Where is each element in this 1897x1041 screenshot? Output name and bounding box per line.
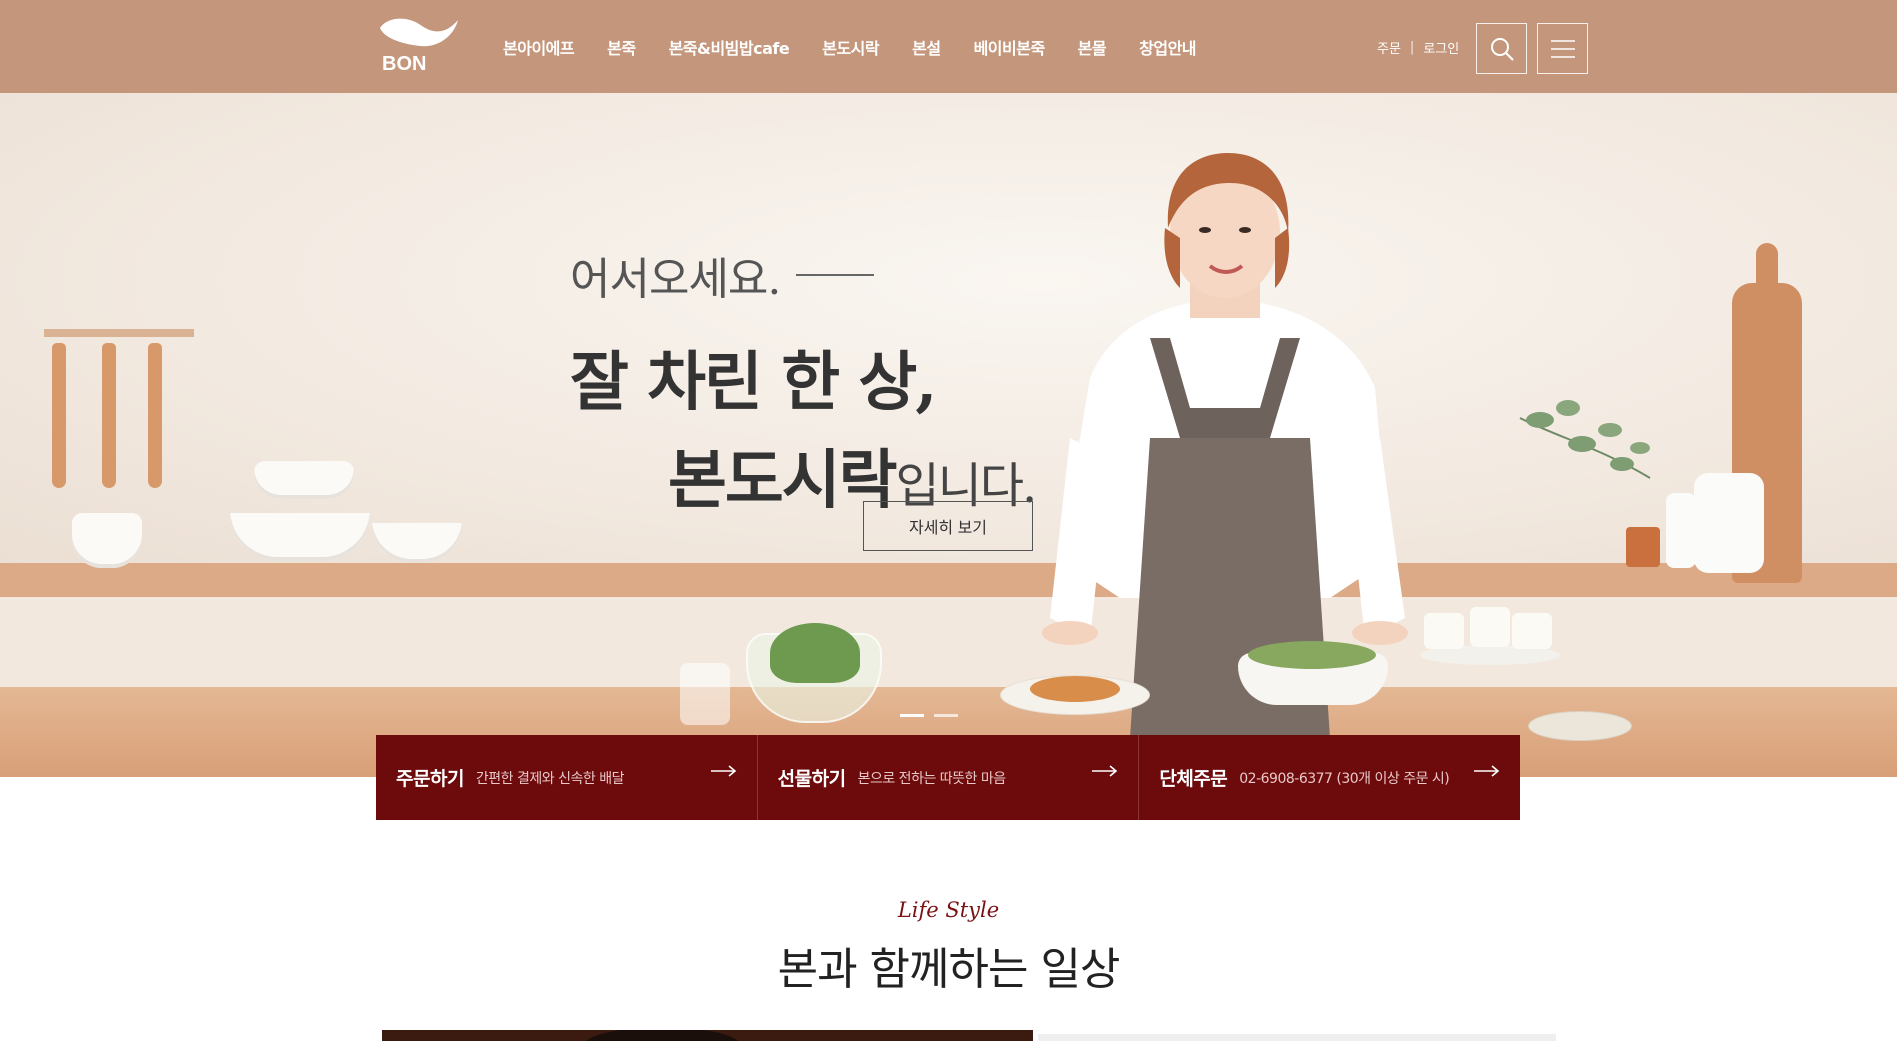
site-header: BON 본아이에프 본죽 본죽&비빔밥cafe 본도시락 본설 베이비본죽 본몰… bbox=[0, 0, 1897, 93]
group-order-action-title: 단체주문 bbox=[1159, 768, 1228, 790]
hero-copy: 어서오세요. 잘 차린 한 상, 본도시락입니다. bbox=[570, 243, 1037, 521]
arrow-right-icon bbox=[1092, 765, 1118, 777]
arrow-right-icon bbox=[1474, 765, 1500, 777]
green-salad bbox=[1248, 641, 1376, 669]
slider-dot[interactable] bbox=[900, 714, 924, 717]
lifestyle-title: 본과 함께하는 일상 bbox=[777, 944, 1121, 995]
order-action-desc: 간편한 결제와 신속한 배달 bbox=[475, 770, 625, 787]
pot-image bbox=[582, 1030, 742, 1041]
lettuce bbox=[770, 623, 860, 683]
search-icon bbox=[1490, 37, 1514, 61]
lifestyle-photo[interactable] bbox=[382, 1030, 1033, 1041]
wooden-spoon bbox=[148, 343, 162, 488]
hero-headline-brand: 본도시락 bbox=[668, 443, 898, 518]
order-link[interactable]: 주문 bbox=[1377, 38, 1401, 57]
hero-welcome-line bbox=[796, 274, 875, 276]
menu-button[interactable] bbox=[1537, 23, 1588, 74]
nav-item-bonseol[interactable]: 본설 bbox=[912, 35, 941, 59]
dessert-cup bbox=[1512, 613, 1552, 649]
hero-headline-line1: 잘 차린 한 상, bbox=[570, 345, 938, 420]
gift-action-title: 선물하기 bbox=[777, 768, 846, 790]
nav-item-bon-dosirak[interactable]: 본도시락 bbox=[822, 35, 879, 59]
slider-dot[interactable] bbox=[934, 714, 958, 717]
gift-action-desc: 본으로 전하는 따뜻한 마음 bbox=[857, 770, 1007, 787]
svg-text:BON: BON bbox=[382, 53, 426, 74]
stacked-plates bbox=[1528, 711, 1632, 741]
noodle-dish bbox=[1030, 676, 1120, 702]
hero-banner: 어서오세요. 잘 차린 한 상, 본도시락입니다. bbox=[0, 93, 1897, 777]
water-glass bbox=[680, 663, 730, 725]
login-link[interactable]: 로그인 bbox=[1423, 38, 1459, 57]
white-jar bbox=[1666, 493, 1696, 568]
wooden-spoon bbox=[102, 343, 116, 488]
cup bbox=[72, 513, 142, 568]
hero-welcome-text: 어서오세요. bbox=[570, 254, 781, 305]
order-action-title: 주문하기 bbox=[396, 768, 464, 790]
counter-face bbox=[0, 597, 1897, 687]
gift-action[interactable]: 선물하기 본으로 전하는 따뜻한 마음 bbox=[758, 735, 1140, 820]
hamburger-menu-icon bbox=[1550, 39, 1575, 58]
lifestyle-card bbox=[1038, 1034, 1556, 1041]
bon-logo[interactable]: BON bbox=[376, 16, 462, 74]
util-separator: | bbox=[1409, 40, 1415, 55]
nav-item-bonjuk-bibimbap-cafe[interactable]: 본죽&비빔밥cafe bbox=[669, 35, 790, 59]
nav-item-bon-mall[interactable]: 본몰 bbox=[1078, 35, 1107, 59]
eucalyptus-plant bbox=[1519, 400, 1651, 479]
utensil-rack bbox=[44, 329, 194, 337]
group-order-action-desc: 02-6908-6377 (30개 이상 주문 시) bbox=[1239, 770, 1450, 787]
wooden-spoon bbox=[52, 343, 66, 488]
order-action[interactable]: 주문하기 간편한 결제와 신속한 배달 bbox=[376, 735, 758, 820]
dessert-cup bbox=[1424, 613, 1464, 649]
utility-links: 주문 | 로그인 bbox=[1377, 38, 1459, 57]
lifestyle-subtitle: Life Style bbox=[897, 898, 1000, 922]
arrow-right-icon bbox=[710, 765, 736, 777]
dessert-cup bbox=[1470, 607, 1510, 647]
nav-item-baby-bonjuk[interactable]: 베이비본죽 bbox=[974, 35, 1046, 59]
copper-cup bbox=[1626, 527, 1660, 567]
nav-item-bonif[interactable]: 본아이에프 bbox=[503, 35, 575, 59]
detail-button[interactable]: 자세히 보기 bbox=[863, 501, 1033, 551]
nav-item-franchise-info[interactable]: 창업안내 bbox=[1139, 35, 1196, 59]
white-vase bbox=[1694, 473, 1764, 573]
search-button[interactable] bbox=[1476, 23, 1527, 74]
main-nav: 본아이에프 본죽 본죽&비빔밥cafe 본도시락 본설 베이비본죽 본몰 창업안… bbox=[503, 0, 1229, 93]
slider-dots bbox=[900, 714, 968, 717]
stacked-bowl bbox=[254, 461, 354, 499]
counter-back bbox=[0, 563, 1897, 597]
quick-action-bar: 주문하기 간편한 결제와 신속한 배달 선물하기 본으로 전하는 따뜻한 마음 … bbox=[376, 735, 1520, 820]
group-order-action[interactable]: 단체주문 02-6908-6377 (30개 이상 주문 시) bbox=[1139, 735, 1520, 820]
hero-welcome: 어서오세요. bbox=[570, 243, 1035, 307]
nav-item-bonjuk[interactable]: 본죽 bbox=[607, 35, 636, 59]
